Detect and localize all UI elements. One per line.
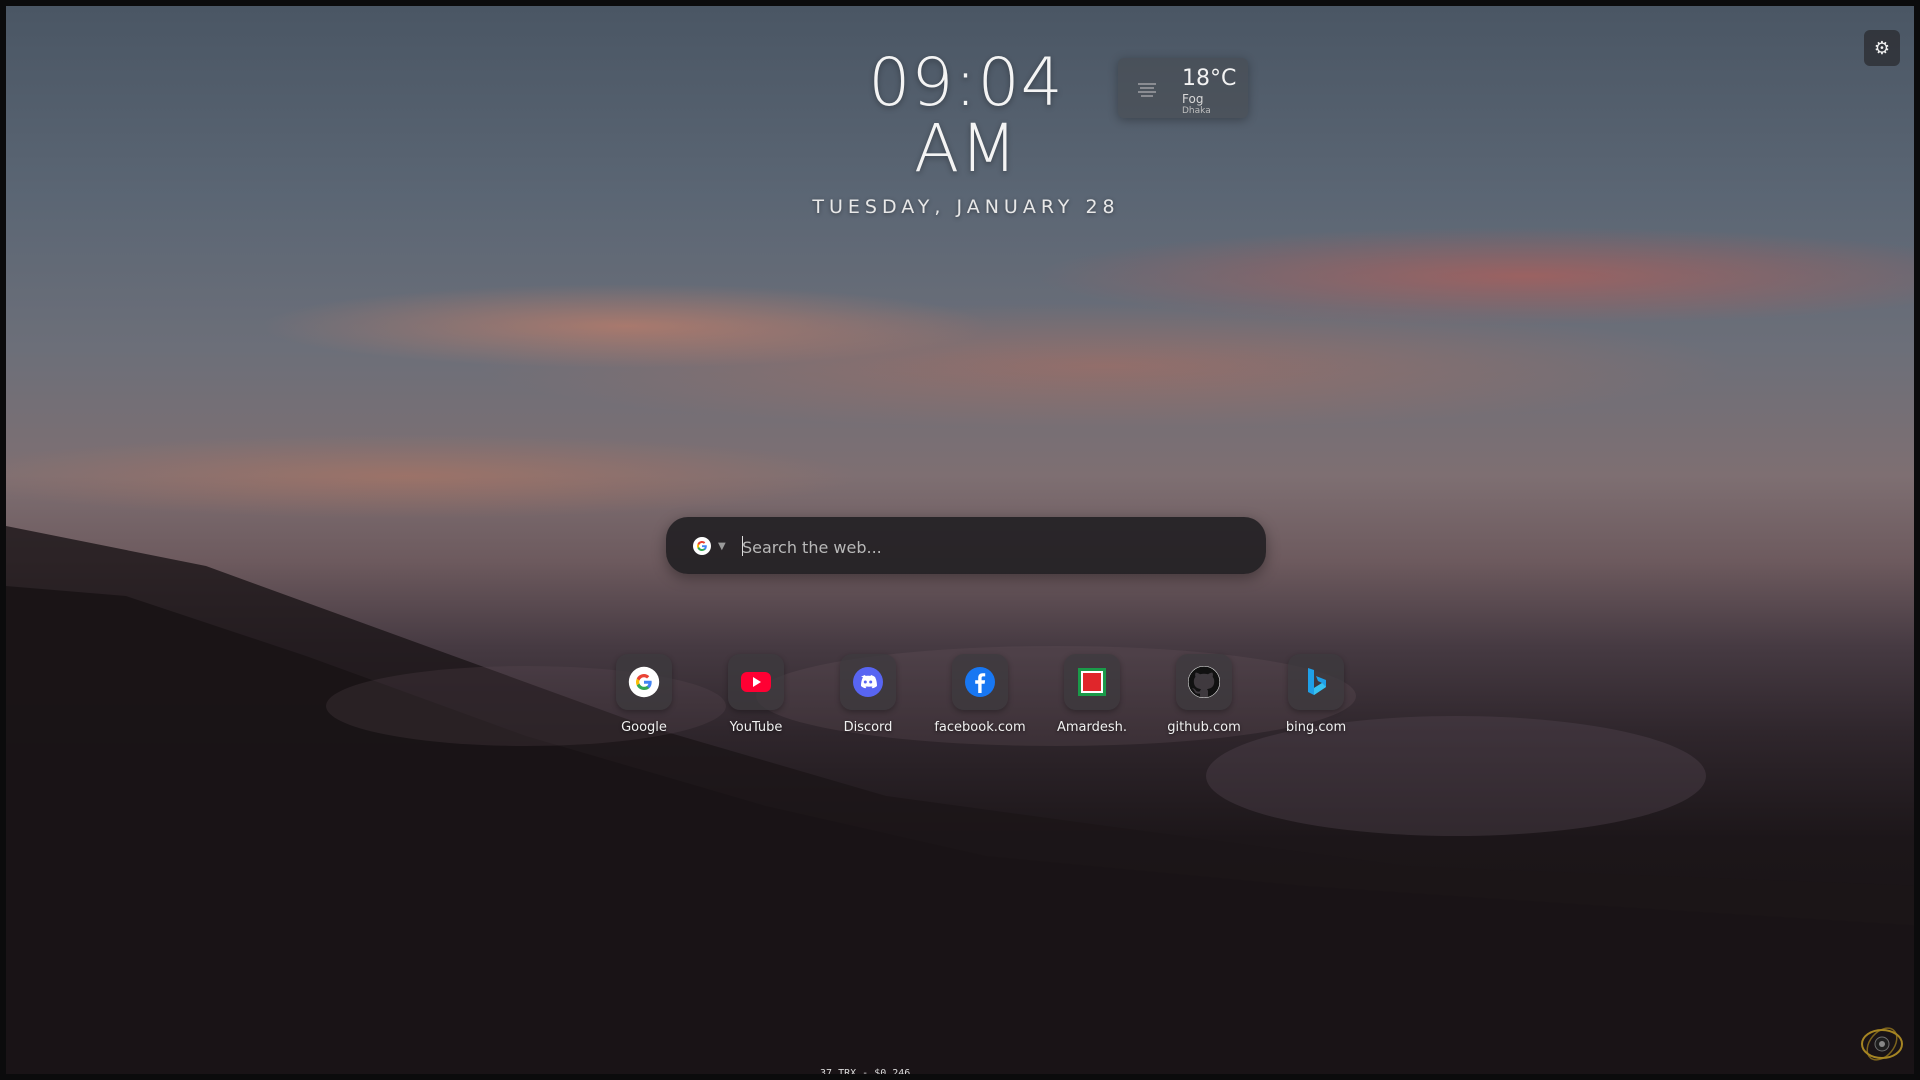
github-icon: [1188, 666, 1220, 698]
shortcut-label: Amardesh.: [1056, 720, 1128, 735]
bing-icon: [1308, 668, 1326, 695]
fog-icon: [1138, 83, 1156, 97]
search-bar: ▼: [666, 517, 1266, 574]
orbit-logo-icon[interactable]: [1858, 1022, 1906, 1066]
search-input[interactable]: [740, 531, 1244, 563]
shortcut-tile[interactable]: [1064, 654, 1120, 710]
weather-condition: Fog: [1182, 92, 1204, 106]
shortcut-youtube[interactable]: YouTube: [700, 654, 812, 735]
weather-city: Dhaka: [1182, 106, 1211, 116]
shortcut-bing[interactable]: bing.com: [1260, 654, 1372, 735]
shortcut-label: YouTube: [729, 720, 783, 735]
search-engine-selector[interactable]: ▼: [692, 535, 734, 557]
shortcut-label: Discord: [843, 720, 893, 735]
settings-button[interactable]: ⚙: [1864, 30, 1900, 66]
clock-date: TUESDAY, JANUARY 28: [812, 196, 1120, 218]
shortcut-grid: Google YouTube Discord facebook.com Amar…: [588, 654, 1348, 744]
shortcut-label: bing.com: [1285, 720, 1347, 735]
shortcut-tile[interactable]: [840, 654, 896, 710]
shortcut-tile[interactable]: [728, 654, 784, 710]
discord-icon: [853, 667, 883, 697]
shortcut-discord[interactable]: Discord: [812, 654, 924, 735]
google-icon: [693, 537, 711, 555]
chevron-down-icon: ▼: [718, 540, 726, 552]
shortcut-google[interactable]: Google: [588, 654, 700, 735]
weather-temperature: 18°C: [1182, 66, 1237, 91]
clock-widget: 09:04 AM TUESDAY, JANUARY 28: [806, 38, 1126, 219]
gear-icon: ⚙: [1873, 37, 1891, 59]
crypto-ticker: .37 TRX - $0.246: [814, 1068, 911, 1079]
clock-time: 09:04 AM: [868, 44, 1064, 187]
shortcut-label: facebook.com: [934, 720, 1026, 735]
shortcut-label: github.com: [1167, 720, 1241, 735]
shortcut-tile[interactable]: [1176, 654, 1232, 710]
shortcut-tile[interactable]: [1288, 654, 1344, 710]
amardesh-icon: [1078, 668, 1106, 696]
google-icon: [628, 666, 660, 698]
shortcut-amardesh[interactable]: Amardesh.: [1036, 654, 1148, 735]
facebook-icon: [965, 667, 995, 697]
shortcut-facebook[interactable]: facebook.com: [924, 654, 1036, 735]
shortcut-label: Google: [621, 720, 667, 735]
youtube-icon: [741, 672, 771, 692]
shortcut-github[interactable]: github.com: [1148, 654, 1260, 735]
new-tab-page: 09:04 AM TUESDAY, JANUARY 28 18°C Fog Dh…: [0, 0, 1920, 1080]
shortcut-tile[interactable]: [952, 654, 1008, 710]
shortcut-tile[interactable]: [616, 654, 672, 710]
weather-widget[interactable]: 18°C Fog Dhaka: [1118, 58, 1248, 118]
